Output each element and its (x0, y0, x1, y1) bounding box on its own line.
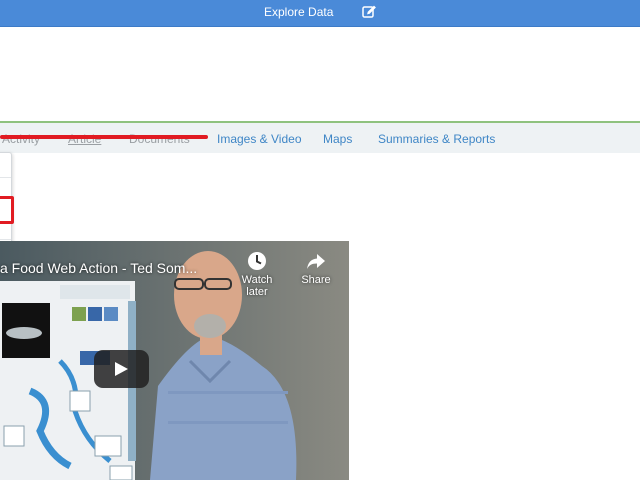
clock-icon (248, 252, 266, 270)
red-annotation-box (0, 196, 14, 224)
video-player[interactable]: a Food Web Action - Ted Som... Watch lat… (0, 241, 349, 480)
top-header-bar: Explore Data (0, 0, 640, 27)
white-header-band (0, 27, 640, 122)
share-arrow-icon (307, 254, 325, 269)
share-label: Share (301, 274, 331, 286)
dropdown-divider (0, 177, 11, 178)
tab-maps[interactable]: Maps (323, 132, 352, 146)
play-button[interactable] (94, 350, 149, 388)
dropdown-divider (0, 239, 11, 240)
red-annotation-underline (0, 135, 208, 139)
watch-later-control[interactable]: Watch later (232, 251, 282, 298)
share-control[interactable]: Share (291, 251, 341, 286)
edit-square-icon[interactable] (361, 3, 377, 19)
video-title[interactable]: a Food Web Action - Ted Som... (0, 260, 197, 276)
explore-data-title[interactable]: Explore Data (264, 5, 333, 19)
tab-images-video[interactable]: Images & Video (217, 132, 302, 146)
tab-summaries-reports[interactable]: Summaries & Reports (378, 132, 495, 146)
play-icon (115, 362, 128, 376)
watch-later-label: Watch later (241, 274, 273, 298)
